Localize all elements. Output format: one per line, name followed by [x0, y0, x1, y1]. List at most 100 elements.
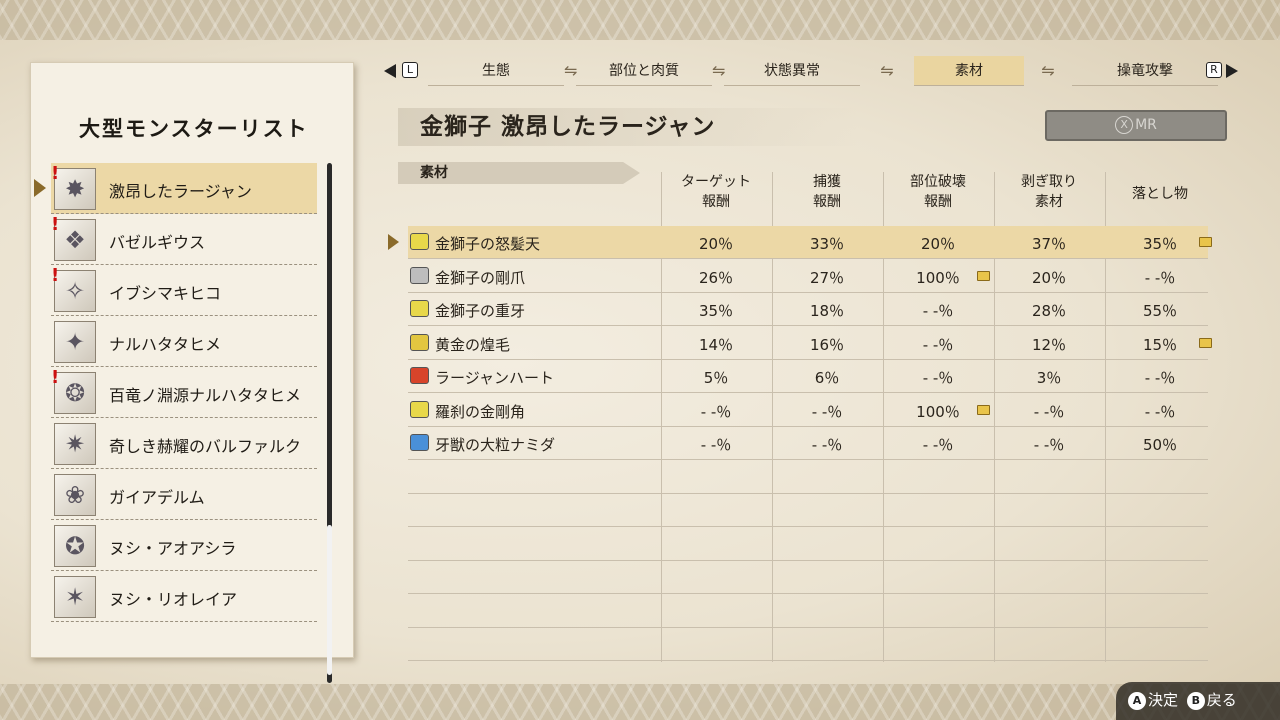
monster-list-item[interactable]: ❖! バゼルギウス: [51, 214, 317, 265]
column-header-line: 落とし物: [1132, 186, 1188, 202]
rate-cell: - -％: [922, 335, 954, 354]
column-header-line: 捕獲: [813, 174, 841, 190]
empty-row: [408, 528, 1208, 561]
tab-0[interactable]: 生態: [428, 56, 564, 86]
mr-toggle-button[interactable]: X MR: [1045, 110, 1227, 141]
monster-name: バゼルギウス: [109, 233, 206, 252]
rate-cell: 20％: [698, 235, 734, 253]
material-name: 牙獣の大粒ナミダ: [435, 436, 556, 454]
material-name: ラージャンハート: [435, 369, 554, 387]
section-label: 素材: [398, 162, 640, 184]
rate-cell: 33％: [809, 235, 845, 253]
alert-icon: !: [51, 367, 60, 388]
alert-icon: !: [51, 214, 60, 235]
monster-list-item[interactable]: ✶ ヌシ・リオレイア: [51, 571, 317, 622]
tab-3[interactable]: 素材: [914, 56, 1024, 86]
material-name: 羅刹の金剛角: [435, 402, 526, 421]
monster-icon: ✧: [54, 270, 96, 312]
tab-bar: L R 生態 ⇋ 部位と肉質 ⇋ 状態異常 ⇋ 素材 ⇋ 操竜攻撃: [382, 56, 1242, 86]
rate-cell: - -％: [1144, 268, 1176, 287]
monster-list-title: 大型モンスターリスト: [79, 116, 309, 141]
monster-list-item[interactable]: ✪ ヌシ・アオアシラ: [51, 520, 317, 571]
tab-2[interactable]: 状態異常: [724, 56, 860, 86]
rate-cell: - -％: [700, 436, 732, 454]
material-name: 金獅子の重牙: [435, 302, 526, 320]
material-row[interactable]: 金獅子の剛爪 26％ 27％ 100％ 20％ - -％: [408, 260, 1208, 293]
selection-cursor-icon: [34, 179, 46, 197]
rate-cell: 28％: [1031, 302, 1067, 320]
material-icon: [410, 333, 429, 351]
material-icon: [410, 233, 429, 250]
monster-icon: ❖: [54, 219, 96, 261]
monster-name: イブシマキヒコ: [109, 284, 222, 303]
monster-name: ガイアデルム: [109, 488, 205, 507]
bottom-border-pattern: [0, 684, 1280, 720]
tab-4[interactable]: 操竜攻撃: [1072, 56, 1218, 86]
rate-cell: - -％: [1033, 436, 1065, 454]
material-row[interactable]: ラージャンハート 5％ 6％ - -％ 3％ - -％: [408, 360, 1208, 393]
button-guide: A 決定 B 戻る: [1116, 682, 1280, 720]
monster-name: ヌシ・リオレイア: [109, 590, 238, 609]
rate-cell: - -％: [1144, 369, 1176, 387]
material-icon: [410, 434, 429, 451]
rate-cell: - -％: [1033, 402, 1065, 421]
monster-name: 百竜ノ淵源ナルハタタヒメ: [109, 386, 302, 405]
empty-row: [408, 494, 1208, 527]
note-icon: [977, 270, 990, 281]
l-button-icon: L: [402, 62, 418, 78]
column-header-line: 報酬: [813, 194, 841, 210]
monster-list-item[interactable]: ✦ ナルハタタヒメ: [51, 316, 317, 367]
tab-prev-arrow-icon[interactable]: [384, 64, 396, 78]
rate-cell: 20％: [920, 235, 956, 253]
material-row[interactable]: 黄金の煌毛 14％ 16％ - -％ 12％ 15％: [408, 327, 1212, 360]
material-row[interactable]: 金獅子の重牙 35％ 18％ - -％ 28％ 55％: [408, 293, 1208, 326]
tab-1[interactable]: 部位と肉質: [576, 56, 712, 86]
rate-cell: - -％: [700, 402, 732, 421]
tab-separator-icon: ⇋: [1041, 61, 1055, 80]
rate-cell: - -％: [922, 302, 954, 320]
monster-name: 激昂したラージャン: [109, 182, 252, 201]
mr-label: MR: [1135, 117, 1157, 133]
monster-list-item[interactable]: ❂! 百竜ノ淵源ナルハタタヒメ: [51, 367, 317, 418]
material-row[interactable]: 金獅子の怒髪天 20％ 33％ 20％ 37％ 35％: [388, 226, 1212, 259]
note-icon: [977, 404, 990, 415]
monster-list-item[interactable]: ❀ ガイアデルム: [51, 469, 317, 520]
column-header-line: 素材: [1035, 194, 1063, 210]
monster-icon: ✶: [54, 576, 96, 618]
column-header-line: 報酬: [924, 194, 952, 210]
rate-cell: 26％: [698, 268, 734, 287]
scrollbar[interactable]: [327, 163, 332, 683]
scrollbar-thumb[interactable]: [327, 525, 332, 675]
column-header: 捕獲 報酬: [772, 172, 882, 212]
monster-icon: ❀: [54, 474, 96, 516]
empty-row: [408, 595, 1208, 628]
monster-icon: ✪: [54, 525, 96, 567]
rate-cell: - -％: [811, 436, 843, 454]
top-border-pattern: [0, 0, 1280, 40]
material-icon: [410, 266, 429, 284]
empty-row: [408, 628, 1208, 661]
rate-cell: 50％: [1142, 436, 1178, 454]
material-icon: [410, 367, 429, 384]
rate-cell: - -％: [922, 436, 954, 454]
material-icon: [410, 300, 429, 317]
rate-cell: 35％: [698, 302, 734, 320]
monster-list-item[interactable]: ✸! 激昂したラージャン: [34, 163, 317, 214]
alert-icon: !: [51, 163, 60, 184]
monster-list: ✸! 激昂したラージャン ❖! バゼルギウス ✧! イブシマキヒコ ✦ ナルハタタヒメ ❂! 百竜…: [34, 163, 317, 622]
monster-list-item[interactable]: ✧! イブシマキヒコ: [51, 265, 317, 316]
column-header-line: 報酬: [702, 194, 730, 210]
tab-separator-icon: ⇋: [564, 61, 578, 80]
tab-separator-icon: ⇋: [712, 61, 726, 80]
monster-list-item[interactable]: ✷ 奇しき赫耀のバルファルク: [51, 418, 317, 469]
tab-next-arrow-icon[interactable]: [1226, 64, 1238, 78]
rate-cell: 5％: [703, 369, 729, 387]
column-header-line: ターゲット: [681, 174, 751, 190]
material-row[interactable]: 羅刹の金剛角 - -％ - -％ 100％ - -％ - -％: [408, 394, 1208, 427]
column-header: 落とし物: [1105, 184, 1215, 204]
material-row[interactable]: 牙獣の大粒ナミダ - -％ - -％ - -％ - -％ 50％: [408, 427, 1208, 460]
rate-cell: 20％: [1031, 268, 1067, 287]
material-name: 金獅子の剛爪: [435, 268, 526, 287]
rate-cell: 27％: [809, 268, 845, 287]
column-header-line: 剥ぎ取り: [1021, 174, 1077, 190]
